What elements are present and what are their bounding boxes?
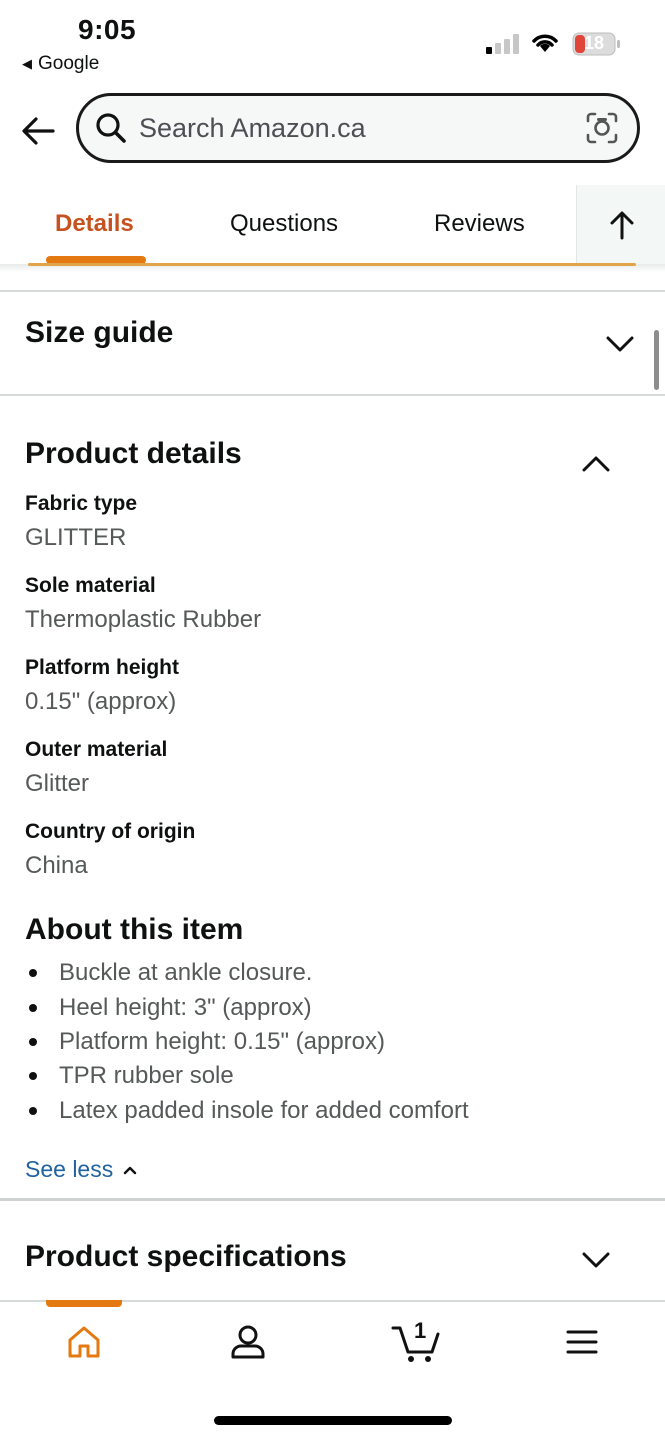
cart-count: 1 [414,1318,427,1343]
home-icon[interactable] [64,1322,104,1362]
list-item: Heel height: 3" (approx) [25,990,625,1024]
list-item: Latex padded insole for added comfort [25,1094,625,1128]
bullet-text: Buckle at ankle closure. [59,959,313,987]
divider [0,290,665,292]
bullet-dot [29,1072,37,1081]
bullet-dot [29,1037,37,1046]
search-bar[interactable]: Search Amazon.ca [76,93,640,163]
divider [0,394,665,396]
battery-level: 18 [583,33,605,53]
chevron-up-icon[interactable] [580,448,612,480]
scroll-indicator[interactable] [654,330,659,390]
caret-up-icon [124,1166,137,1174]
bullet-dot [29,969,37,978]
product-details-title[interactable]: Product details [25,437,242,471]
tab-questions[interactable]: Questions [230,210,338,238]
detail-label-sole-material: Sole material [25,574,156,597]
detail-label-fabric-type: Fabric type [25,492,138,515]
detail-label-outer-material: Outer material [25,738,168,761]
home-indicator[interactable] [214,1416,452,1425]
search-input[interactable]: Search Amazon.ca [139,113,585,144]
back-arrow-icon[interactable] [20,113,56,149]
account-icon[interactable] [228,1322,268,1362]
chevron-down-icon[interactable] [604,328,636,360]
about-item-list: Buckle at ankle closure. Heel height: 3"… [25,956,625,1128]
see-less-link[interactable]: See less [25,1156,137,1183]
search-icon [96,113,126,143]
arrow-up-icon [610,211,633,240]
bullet-text: Latex padded insole for added comfort [59,1096,469,1124]
detail-value-sole-material: Thermoplastic Rubber [25,606,262,633]
list-item: Buckle at ankle closure. [25,956,625,990]
divider [0,1198,665,1201]
bullet-dot [29,1003,37,1012]
detail-value-outer-material: Glitter [25,770,90,797]
bullet-text: Heel height: 3" (approx) [59,993,312,1021]
wifi-icon [532,34,558,52]
tabbar-accent-line [28,263,636,266]
bullet-text: Platform height: 0.15" (approx) [59,1027,386,1055]
product-specifications-title[interactable]: Product specifications [25,1240,347,1274]
size-guide-title[interactable]: Size guide [25,316,173,350]
detail-value-platform-height: 0.15" (approx) [25,688,177,715]
scroll-to-top-button[interactable] [576,185,665,265]
about-item-title: About this item [25,913,244,946]
tab-reviews[interactable]: Reviews [434,210,525,238]
detail-label-platform-height: Platform height [25,656,180,679]
signal-icon [486,34,519,54]
status-time: 9:05 [78,14,137,45]
cart-button[interactable]: 1 [390,1316,442,1364]
camera-lens-icon[interactable] [585,111,619,145]
see-less-label: See less [25,1156,114,1182]
detail-label-country-of-origin: Country of origin [25,820,196,843]
chevron-down-icon[interactable] [580,1244,612,1276]
detail-value-country-of-origin: China [25,852,88,879]
list-item: TPR rubber sole [25,1059,625,1093]
bullet-text: TPR rubber sole [59,1062,234,1090]
tab-details[interactable]: Details [55,210,134,238]
menu-icon[interactable] [562,1322,602,1362]
back-triangle-icon: ◀ [22,56,32,71]
battery-icon: 18 [572,32,622,56]
detail-value-fabric-type: GLITTER [25,524,127,551]
back-app-label: Google [38,53,100,74]
back-to-app-link[interactable]: ◀ Google [22,53,99,75]
bullet-dot [29,1106,37,1115]
list-item: Platform height: 0.15" (approx) [25,1025,625,1059]
nav-active-indicator [46,1300,122,1307]
